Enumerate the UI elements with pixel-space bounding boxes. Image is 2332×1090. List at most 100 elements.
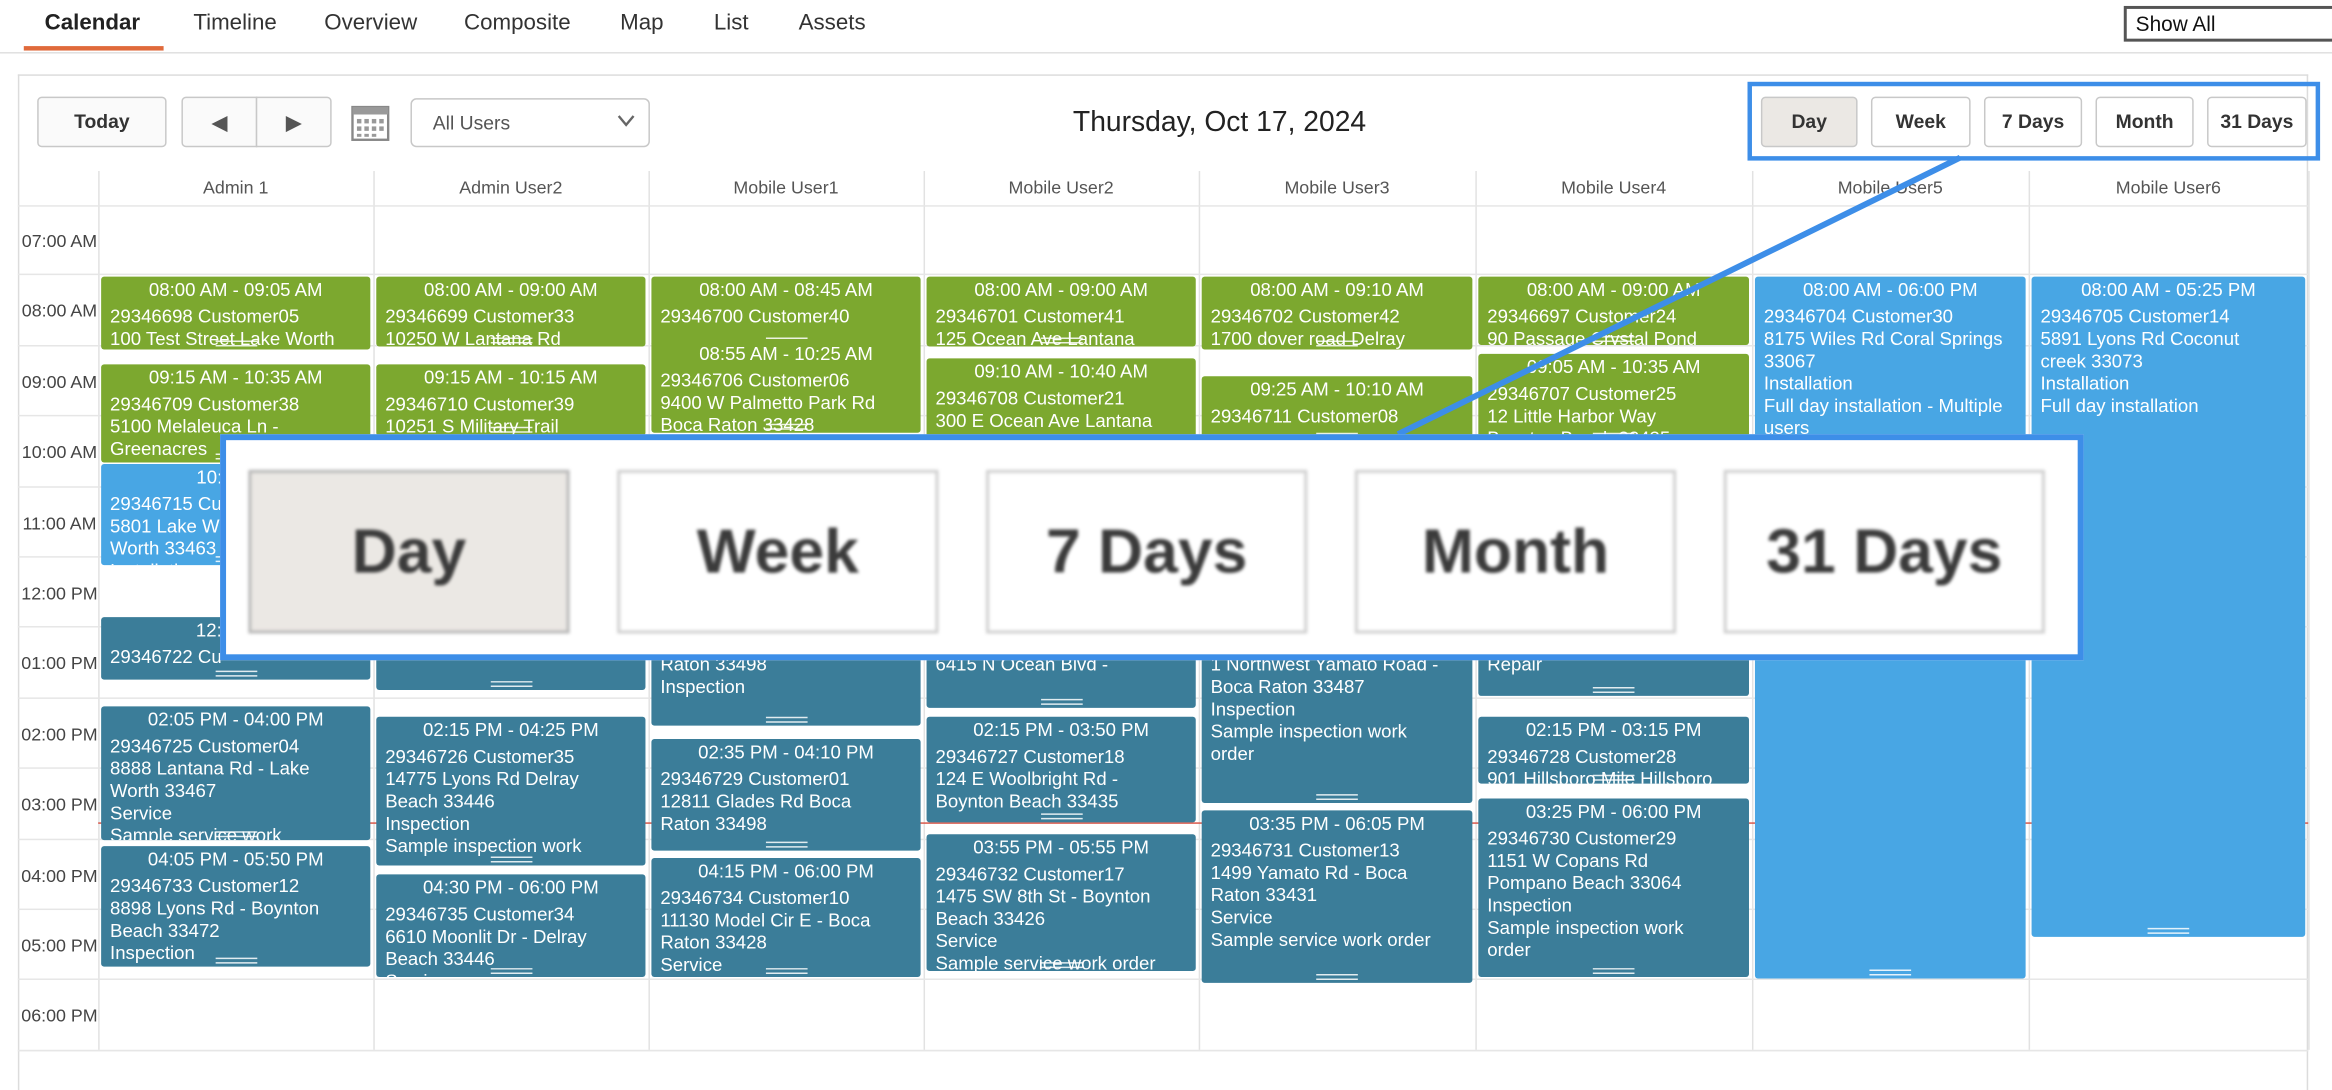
- time-label: 10:00 AM: [21, 441, 98, 463]
- time-label: 06:00 PM: [21, 1005, 98, 1027]
- column-header: Mobile User1: [733, 176, 839, 198]
- calendar-event[interactable]: 02:15 PM - 04:25 PM 29346726 Customer35 14…: [376, 716, 646, 866]
- tab-timeline[interactable]: Timeline: [193, 10, 276, 35]
- resize-handle[interactable]: [490, 968, 532, 975]
- resize-handle[interactable]: [765, 968, 807, 975]
- calendar-event[interactable]: 08:55 AM - 10:25 AM 29346706 Customer06 94…: [651, 340, 921, 433]
- resize-handle[interactable]: [490, 337, 532, 344]
- event-detail-line: Inspection: [1487, 895, 1572, 917]
- calendar-event[interactable]: 08:00 AM - 09:00 AM 29346701 Customer41 12…: [926, 276, 1196, 347]
- event-time: 09:15 AM - 10:35 AM: [148, 367, 323, 389]
- column-header: Mobile User6: [2115, 176, 2221, 198]
- resize-handle[interactable]: [2147, 927, 2190, 934]
- resize-handle[interactable]: [214, 340, 257, 347]
- event-detail-line: Service: [110, 803, 173, 824]
- zoom-day-button[interactable]: Day: [248, 469, 570, 634]
- calendar-event[interactable]: 04:30 PM - 06:00 PM 29346735 Customer34 66…: [376, 874, 646, 977]
- resize-handle[interactable]: [1316, 340, 1358, 347]
- event-detail-line: 29346733 Customer12: [110, 875, 300, 897]
- calendar-event[interactable]: 08:00 AM - 09:00 AM 29346697 Customer24 90…: [1478, 276, 1749, 345]
- calendar-event[interactable]: 02:35 PM - 04:10 PM 29346729 Customer01 12…: [651, 739, 921, 851]
- resize-handle[interactable]: [765, 841, 807, 848]
- tab-composite[interactable]: Composite: [464, 10, 571, 35]
- event-detail-line: Installation: [1763, 373, 1853, 395]
- event-detail-line: Sample service work order: [1210, 929, 1431, 951]
- resize-handle[interactable]: [1316, 974, 1358, 980]
- zoom-week-button[interactable]: Week: [617, 469, 939, 634]
- zoom-callout: Day Week 7 Days Month 31 Days: [220, 434, 2084, 661]
- resize-handle[interactable]: [490, 426, 532, 433]
- calendar-event[interactable]: 03:25 PM - 06:00 PM 29346730 Customer29 11…: [1478, 798, 1749, 977]
- calendar-event[interactable]: 02:05 PM - 04:00 PM 29346725 Customer04 88…: [101, 706, 371, 841]
- filter-select[interactable]: Show All: [2123, 5, 2332, 42]
- tab-list[interactable]: List: [714, 10, 749, 35]
- event-detail-line: 12811 Glades Rd Boca: [660, 791, 852, 812]
- resize-handle[interactable]: [214, 670, 257, 677]
- screenshot: Calendar Timeline Overview Composite Map…: [0, 0, 2332, 1090]
- calendar-icon[interactable]: [351, 103, 390, 142]
- calendar-event[interactable]: 08:00 AM - 08:45 AM 29346700 Customer40: [651, 276, 921, 347]
- event-detail-line: 8898 Lyons Rd - Boynton: [110, 898, 320, 919]
- calendar-event[interactable]: 08:00 AM - 09:10 AM 29346702 Customer42 17…: [1201, 276, 1473, 350]
- resize-handle[interactable]: [1040, 962, 1082, 969]
- zoom-31days-button[interactable]: 31 Days: [1723, 469, 2045, 634]
- event-time: 02:15 PM - 04:25 PM: [423, 719, 599, 741]
- resize-handle[interactable]: [1592, 968, 1635, 975]
- time-label: 07:00 AM: [21, 230, 98, 252]
- header-divider: [17, 205, 2309, 207]
- calendar-event[interactable]: 04:05 PM - 05:50 PM 29346733 Customer12 88…: [101, 846, 371, 967]
- resize-handle[interactable]: [214, 831, 257, 838]
- calendar-event[interactable]: 02:15 PM - 03:50 PM 29346727 Customer18 12…: [926, 716, 1196, 823]
- resize-handle[interactable]: [1040, 337, 1082, 344]
- event-detail-line: 29346725 Customer04: [110, 736, 300, 757]
- calendar-event[interactable]: 04:15 PM - 06:00 PM 29346734 Customer10 11…: [651, 858, 921, 977]
- calendar-event[interactable]: 03:55 PM - 05:55 PM 29346732 Customer17 14…: [926, 834, 1196, 972]
- users-select[interactable]: All Users: [410, 98, 650, 148]
- prev-day-button[interactable]: ◀: [181, 96, 258, 148]
- event-detail-line: Raton 33428: [660, 932, 767, 954]
- calendar-event[interactable]: 09:15 AM - 10:15 AM 29346710 Customer39 10…: [376, 364, 646, 436]
- event-details: 29346729 Customer01 12811 Glades Rd Boca R…: [660, 769, 911, 836]
- resize-handle[interactable]: [1040, 813, 1082, 820]
- active-tab-indicator: [23, 46, 164, 51]
- hour-line: [17, 274, 2309, 276]
- resize-handle[interactable]: [1316, 794, 1358, 801]
- resize-handle[interactable]: [1040, 698, 1082, 705]
- calendar-event[interactable]: 09:25 AM - 10:10 AM 29346711 Customer08: [1201, 376, 1473, 442]
- tab-map[interactable]: Map: [620, 10, 663, 35]
- event-detail-line: 29346708 Customer21: [935, 388, 1125, 409]
- column-divider: [2308, 171, 2310, 1050]
- event-time: 03:25 PM - 06:00 PM: [1525, 801, 1702, 823]
- zoom-7days-button[interactable]: 7 Days: [986, 469, 1308, 634]
- calendar-event[interactable]: 09:05 AM - 10:35 AM 29346707 Customer25 12…: [1478, 353, 1749, 442]
- resize-handle[interactable]: [765, 716, 807, 723]
- resize-handle[interactable]: [765, 423, 807, 430]
- calendar-event[interactable]: 03:35 PM - 06:05 PM 29346731 Customer13 14…: [1201, 810, 1473, 983]
- event-detail-line: 29346704 Customer30: [1763, 306, 1954, 328]
- resize-handle[interactable]: [1592, 687, 1635, 693]
- calendar-event[interactable]: 08:00 AM - 09:00 AM 29346699 Customer33 10…: [376, 276, 646, 347]
- resize-handle[interactable]: [1869, 969, 1912, 976]
- time-label: 11:00 AM: [22, 512, 97, 534]
- event-detail-line: 29346729 Customer01: [660, 768, 850, 790]
- resize-handle[interactable]: [214, 957, 257, 964]
- column-header: Mobile User3: [1284, 176, 1390, 198]
- calendar-event[interactable]: 08:00 AM - 09:05 AM 29346698 Customer05 10…: [101, 276, 371, 350]
- event-details: 29346730 Customer29 1151 W Copans Rd Pompa…: [1487, 828, 1740, 962]
- calendar-app: Calendar Timeline Overview Composite Map…: [0, 0, 2332, 1090]
- time-label: 01:00 PM: [21, 653, 98, 675]
- event-detail-line: Sample inspection work: [1210, 721, 1407, 743]
- resize-handle[interactable]: [1592, 774, 1635, 781]
- zoom-month-button[interactable]: Month: [1354, 469, 1677, 634]
- tab-overview[interactable]: Overview: [324, 10, 417, 35]
- tab-calendar[interactable]: Calendar: [45, 10, 140, 35]
- event-time: 02:15 PM - 03:50 PM: [973, 719, 1149, 741]
- today-button[interactable]: Today: [37, 96, 167, 148]
- resize-handle[interactable]: [1592, 336, 1635, 343]
- event-detail-line: Boca Raton 33487: [1210, 676, 1365, 698]
- next-day-button[interactable]: ▶: [255, 96, 332, 148]
- resize-handle[interactable]: [490, 681, 532, 688]
- tab-assets[interactable]: Assets: [799, 10, 866, 35]
- resize-handle[interactable]: [490, 856, 532, 863]
- calendar-event[interactable]: 02:15 PM - 03:15 PM 29346728 Customer28 90…: [1478, 716, 1749, 784]
